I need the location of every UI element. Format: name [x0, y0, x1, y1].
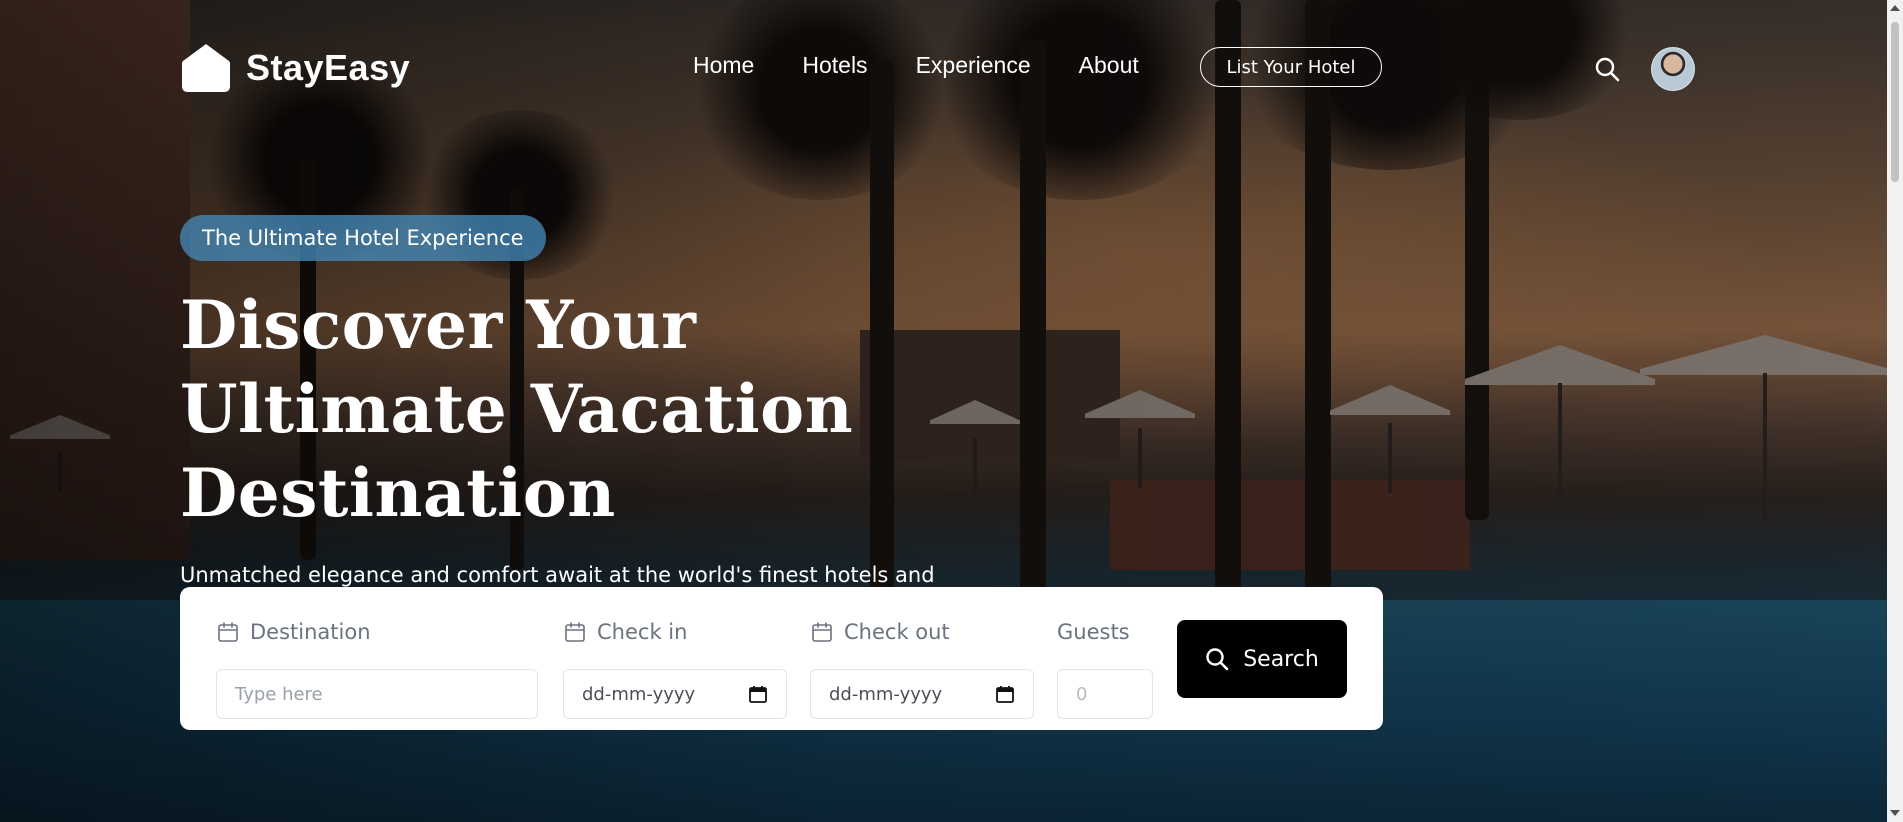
hero-tagline-badge: The Ultimate Hotel Experience: [180, 215, 546, 261]
page-scrollbar[interactable]: [1887, 0, 1903, 822]
brand-logo[interactable]: StayEasy: [180, 42, 410, 94]
check-out-value: dd-mm-yyyy: [829, 683, 943, 705]
nav-link-experience[interactable]: Experience: [916, 52, 1031, 79]
nav-link-hotels[interactable]: Hotels: [802, 52, 867, 79]
check-out-date-input[interactable]: dd-mm-yyyy: [810, 669, 1034, 719]
search-button[interactable]: Search: [1177, 620, 1347, 698]
check-in-date-input[interactable]: dd-mm-yyyy: [563, 669, 787, 719]
check-in-label: Check in: [563, 617, 787, 647]
destination-label: Destination: [216, 617, 538, 647]
beach-umbrella: [1085, 390, 1195, 490]
calendar-icon: [218, 622, 238, 642]
destination-input[interactable]: Type here: [216, 669, 538, 719]
guests-label-text: Guests: [1057, 620, 1130, 644]
planter-wall: [1110, 480, 1470, 570]
check-in-label-text: Check in: [597, 620, 688, 644]
search-button-label: Search: [1243, 646, 1319, 672]
search-icon[interactable]: [1594, 56, 1620, 82]
scroll-down-arrow[interactable]: [1890, 810, 1900, 816]
guests-placeholder: 0: [1076, 683, 1088, 705]
nav-link-home[interactable]: Home: [693, 52, 754, 79]
check-in-field: Check in dd-mm-yyyy: [563, 617, 787, 719]
check-in-value: dd-mm-yyyy: [582, 683, 696, 705]
check-out-field: Check out dd-mm-yyyy: [810, 617, 1034, 719]
calendar-icon: [565, 622, 585, 642]
beach-umbrella: [1330, 385, 1450, 495]
nav-links: Home Hotels Experience About: [693, 52, 1139, 79]
search-icon: [1206, 648, 1229, 671]
scroll-up-arrow[interactable]: [1890, 5, 1900, 11]
top-navbar: StayEasy Home Hotels Experience About Li…: [0, 0, 1887, 135]
user-avatar[interactable]: [1651, 47, 1695, 91]
destination-placeholder: Type here: [235, 683, 323, 705]
destination-field: Destination Type here: [216, 617, 538, 719]
calendar-icon: [812, 622, 832, 642]
guests-label: Guests: [1057, 617, 1153, 647]
destination-label-text: Destination: [250, 620, 371, 644]
list-your-hotel-button[interactable]: List Your Hotel: [1200, 47, 1382, 87]
house-icon: [182, 44, 230, 92]
guests-field: Guests 0: [1057, 617, 1153, 719]
hero-headline: Discover Your Ultimate Vacation Destinat…: [180, 286, 854, 532]
guests-input[interactable]: 0: [1057, 669, 1153, 719]
scrollbar-thumb[interactable]: [1891, 22, 1899, 182]
brand-name: StayEasy: [246, 47, 411, 88]
beach-umbrella: [1640, 335, 1887, 525]
beach-umbrella: [1465, 345, 1655, 505]
check-out-label-text: Check out: [844, 620, 950, 644]
beach-umbrella: [10, 415, 110, 495]
check-out-label: Check out: [810, 617, 1034, 647]
nav-link-about[interactable]: About: [1079, 52, 1139, 79]
date-picker-icon[interactable]: [748, 684, 768, 704]
date-picker-icon[interactable]: [995, 684, 1015, 704]
